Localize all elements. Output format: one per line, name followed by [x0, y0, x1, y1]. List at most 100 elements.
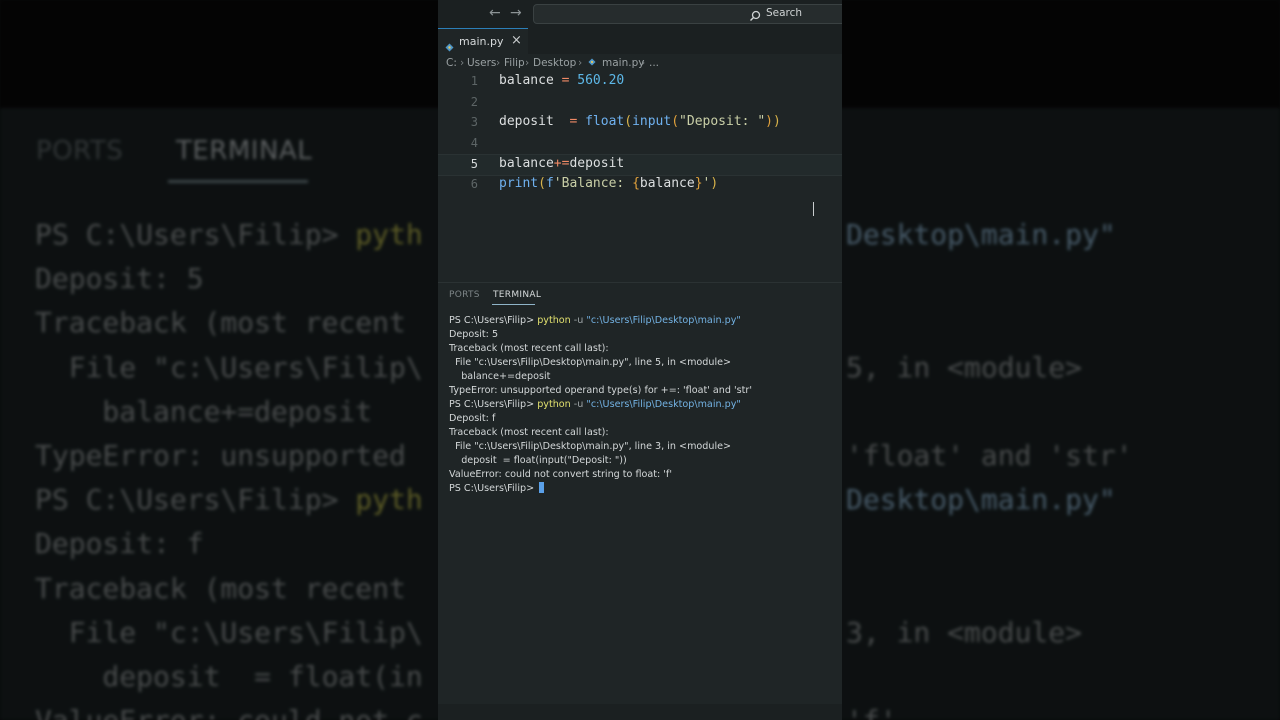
breadcrumb-item-users[interactable]: Users — [467, 57, 496, 69]
code-line[interactable]: 4 — [438, 134, 842, 154]
code-token: "Deposit: " — [679, 114, 766, 130]
terminal-text: python — [537, 315, 571, 326]
search-icon — [749, 7, 761, 21]
terminal-cursor — [539, 482, 545, 493]
code-token: ( — [671, 114, 680, 130]
close-icon[interactable]: × — [511, 33, 522, 48]
forward-arrow-icon[interactable]: → — [510, 5, 522, 21]
code-text: print(f'Balance: {balance}') — [499, 176, 718, 191]
title-bar: ← → Search — [438, 0, 842, 28]
terminal-line: Traceback (most recent call last): — [449, 342, 839, 356]
tab-label: main.py — [459, 35, 504, 48]
terminal-text: PS C:\Users\Filip> — [449, 315, 538, 326]
code-token: 'Balance: — [553, 176, 633, 191]
code-token: ) — [772, 114, 781, 130]
code-token: deposit — [569, 156, 625, 172]
breadcrumb-item-desktop[interactable]: Desktop — [533, 57, 576, 69]
terminal-text: -u — [570, 315, 587, 326]
breadcrumb-item-file[interactable]: main.py — [602, 57, 644, 69]
code-token: balance — [499, 156, 554, 172]
code-text: balance+=deposit — [499, 156, 624, 171]
terminal-line: Deposit: 5 — [449, 328, 839, 342]
code-token: = — [553, 114, 586, 130]
tab-terminal[interactable]: TERMINAL — [493, 290, 541, 300]
code-token: balance — [639, 176, 695, 191]
code-token: 560.20 — [577, 73, 625, 88]
python-file-icon — [445, 37, 454, 52]
terminal-text: Traceback (most recent call last): — [449, 427, 609, 438]
code-line[interactable]: 6 print(f'Balance: {balance}') — [438, 175, 842, 195]
line-number: 1 — [470, 74, 478, 88]
terminal-text: PS C:\Users\Filip> — [449, 483, 538, 494]
code-token: ) — [765, 114, 773, 130]
terminal-text: python — [537, 399, 571, 410]
code-line[interactable]: 5 balance+=deposit — [438, 154, 842, 177]
terminal-text: -u — [570, 399, 587, 410]
terminal-line: File "c:\Users\Filip\Desktop\main.py", l… — [449, 440, 839, 454]
code-token: deposit — [499, 114, 554, 130]
code-line[interactable]: 3 deposit = float(input("Deposit: ")) — [438, 113, 842, 133]
terminal-line: PS C:\Users\Filip> python -u "c:\Users\F… — [449, 314, 839, 328]
terminal-text: Traceback (most recent call last): — [449, 343, 609, 354]
code-token: { — [632, 176, 640, 191]
tab-ports[interactable]: PORTS — [449, 290, 480, 300]
chevron-right-icon: › — [496, 57, 501, 69]
editor-tab-bar: main.py × — [438, 28, 842, 55]
code-editor[interactable]: 1 balance = 560.20 2 3 deposit = float(input… — [438, 72, 842, 282]
code-token: } — [694, 176, 703, 191]
tab-main-py[interactable]: main.py × — [438, 28, 528, 55]
code-text: deposit = float(input("Deposit: ")) — [499, 114, 781, 129]
terminal-line: deposit = float(input("Deposit: ")) — [449, 454, 839, 468]
python-file-icon — [588, 57, 596, 66]
code-line[interactable]: 1 balance = 560.20 — [438, 72, 842, 92]
terminal-output[interactable]: PS C:\Users\Filip> python -u "c:\Users\F… — [449, 314, 839, 496]
terminal-text: "c:\Users\Filip\Desktop\main.py" — [586, 315, 741, 326]
terminal-text: balance+=deposit — [449, 371, 551, 382]
vscode-window: ← → Search main.py × C: › Users › Filip … — [438, 0, 842, 720]
chevron-right-icon: › — [525, 57, 530, 69]
terminal-line: PS C:\Users\Filip> — [449, 482, 839, 496]
chevron-right-icon: › — [578, 57, 583, 69]
terminal-line: balance+=deposit — [449, 370, 839, 384]
terminal-line: ValueError: could not convert string to … — [449, 468, 839, 482]
breadcrumb-item-drive[interactable]: C: — [446, 57, 457, 69]
terminal-text: File "c:\Users\Filip\Desktop\main.py", l… — [449, 441, 732, 452]
code-token: balance — [499, 73, 554, 88]
code-text: balance = 560.20 — [499, 73, 624, 88]
back-arrow-icon[interactable]: ← — [489, 5, 501, 21]
code-token: print — [499, 176, 539, 191]
terminal-text: deposit = float(input("Deposit: ")) — [449, 455, 627, 466]
terminal-line: File "c:\Users\Filip\Desktop\main.py", l… — [449, 356, 839, 370]
code-token: = — [553, 73, 578, 88]
terminal-text: ValueError: could not convert string to … — [449, 469, 672, 480]
breadcrumb-item-symbols[interactable]: ... — [649, 57, 659, 69]
line-number: 4 — [470, 135, 478, 150]
chevron-right-icon: › — [460, 57, 465, 69]
terminal-line: Traceback (most recent call last): — [449, 426, 839, 440]
status-bar — [438, 704, 842, 720]
line-number: 6 — [470, 177, 478, 191]
chevron-right-icon: › — [641, 57, 646, 69]
mouse-text-cursor-icon — [813, 202, 816, 216]
line-number: 5 — [470, 157, 478, 172]
command-search-box[interactable]: Search — [533, 4, 842, 24]
terminal-text: TypeError: unsupported operand type(s) f… — [449, 385, 752, 396]
line-number: 3 — [470, 115, 478, 130]
code-token: ( — [624, 114, 633, 130]
line-number: 2 — [470, 94, 478, 109]
terminal-text: "c:\Users\Filip\Desktop\main.py" — [586, 399, 741, 410]
breadcrumb-item-filip[interactable]: Filip — [504, 57, 525, 69]
code-token: ) — [710, 176, 719, 191]
terminal-text: Deposit: 5 — [449, 329, 499, 340]
terminal-line: PS C:\Users\Filip> python -u "c:\Users\F… — [449, 398, 839, 412]
code-line[interactable]: 2 — [438, 93, 842, 113]
code-token: input — [632, 114, 672, 130]
terminal-text: PS C:\Users\Filip> — [449, 399, 538, 410]
search-label: Search — [766, 7, 803, 19]
bottom-panel: PORTS TERMINAL PS C:\Users\Filip> python… — [438, 282, 842, 720]
terminal-text: File "c:\Users\Filip\Desktop\main.py", l… — [449, 357, 732, 368]
code-token: ( — [538, 176, 546, 191]
code-token: += — [553, 156, 570, 172]
terminal-text: Deposit: f — [449, 413, 496, 424]
code-token: f — [545, 176, 554, 191]
